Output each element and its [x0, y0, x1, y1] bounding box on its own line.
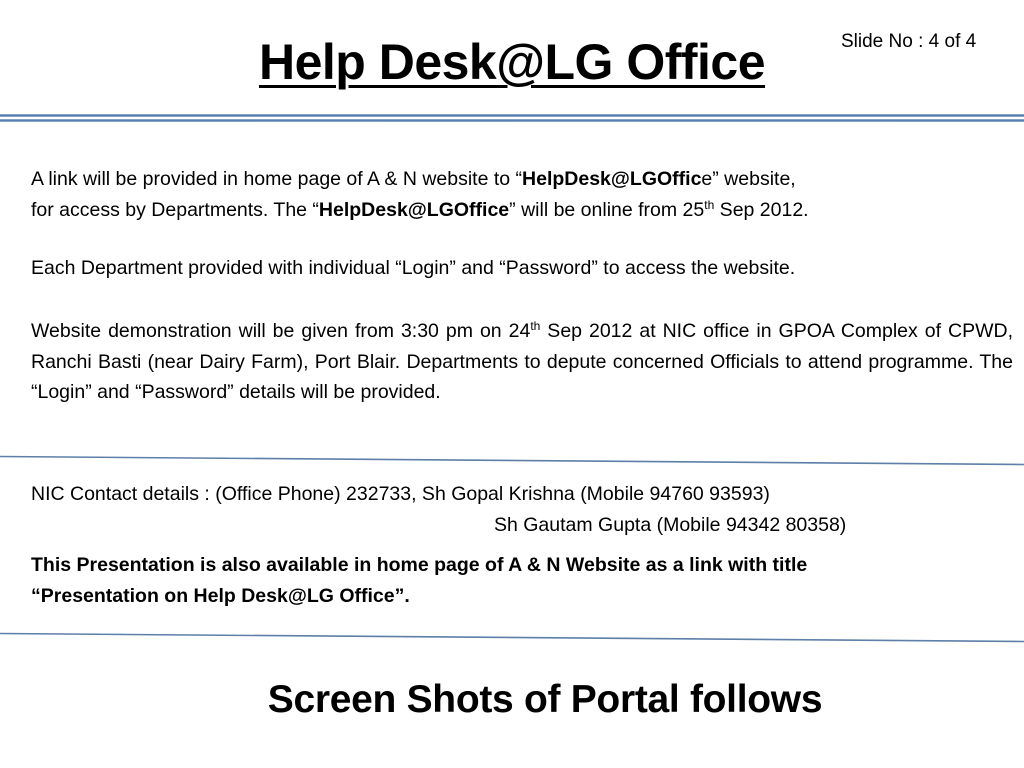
- footer-heading: Screen Shots of Portal follows: [267, 678, 823, 721]
- helpdesk-name-bold: HelpDesk@LGOffice: [318, 198, 510, 221]
- availability-note: This Presentation is also available in h…: [31, 550, 1013, 611]
- text: e” website,: [701, 168, 796, 190]
- header-rule-top: [0, 114, 1024, 117]
- text: for access by Departments. The “: [31, 198, 319, 221]
- text: Website demonstration will be given from…: [31, 320, 531, 342]
- header-double-rule: [0, 114, 1024, 122]
- paragraph-helpdesk-link: A link will be provided in home page of …: [31, 164, 1013, 225]
- separator-line-1: [0, 455, 1024, 466]
- slide-number: Slide No : 4 of 4: [841, 31, 977, 52]
- note-line-1: This Presentation is also available in h…: [31, 554, 808, 576]
- contact-line-1: NIC Contact details : (Office Phone) 232…: [31, 483, 770, 505]
- separator-stroke: [0, 455, 1024, 466]
- separator-line-2: [0, 632, 1024, 643]
- note-line-2: “Presentation on Help Desk@LG Office”.: [31, 584, 410, 607]
- text: A link will be provided in home page of …: [31, 168, 523, 190]
- separator-stroke: [0, 632, 1024, 643]
- slide-title-text: Help Desk@LG Office: [258, 34, 766, 90]
- ordinal-suffix: th: [530, 319, 541, 333]
- helpdesk-name-bold: HelpDesk@LGOffic: [522, 168, 702, 190]
- paragraph-demonstration: Website demonstration will be given from…: [31, 316, 1013, 408]
- ordinal-suffix: th: [704, 197, 715, 212]
- contact-details: NIC Contact details : (Office Phone) 232…: [31, 479, 1013, 540]
- text: Sep 2012.: [714, 198, 809, 221]
- contact-line-2: Sh Gautam Gupta (Mobile 94342 80358): [494, 513, 847, 536]
- text: ” will be online from 25: [509, 198, 705, 221]
- paragraph-login-info: Each Department provided with individual…: [31, 257, 796, 279]
- header-rule-bottom: [0, 119, 1024, 122]
